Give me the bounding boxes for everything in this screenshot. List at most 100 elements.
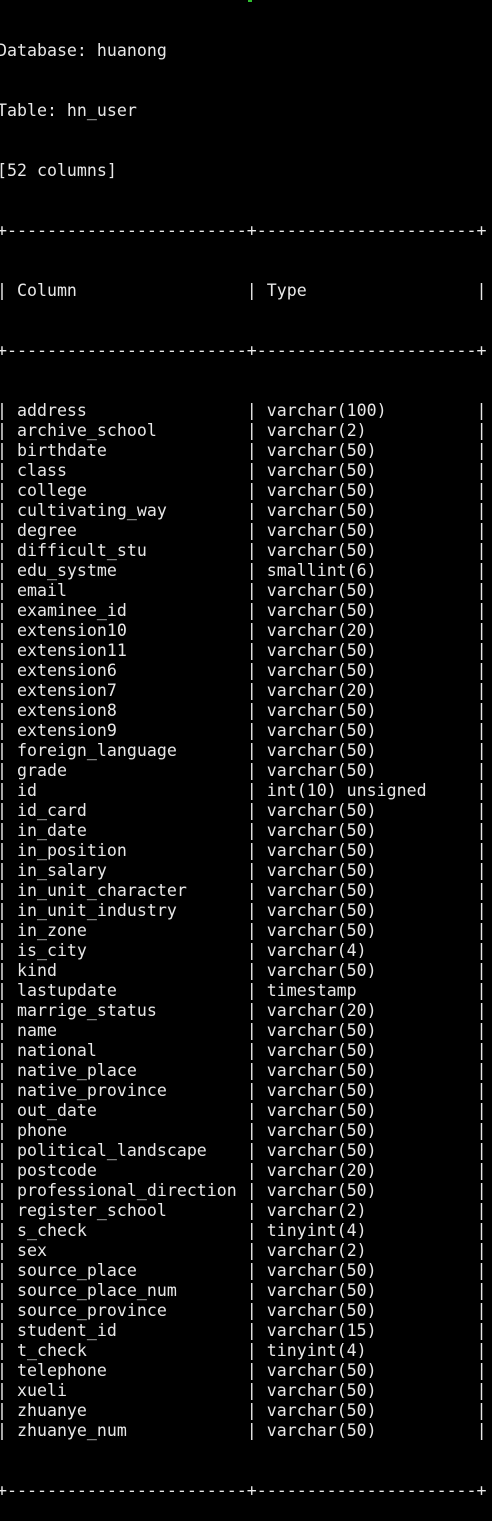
column-name-cell: out_date — [16, 1101, 97, 1120]
column-type-cell: varchar(50) — [266, 601, 377, 620]
column-type-cell: smallint(6) — [266, 561, 377, 580]
column-type-cell: varchar(2) — [266, 1241, 367, 1260]
column-name-cell: sex — [16, 1241, 47, 1260]
column-name-cell: national — [16, 1041, 97, 1060]
column-name-cell: edu_systme — [16, 561, 117, 580]
column-type-cell: varchar(50) — [266, 921, 377, 940]
column-name-cell: college — [16, 481, 87, 500]
column-type-cell: varchar(50) — [266, 841, 377, 860]
table-row: | t_check | tinyint(4) | — [0, 1341, 487, 1360]
column-name-cell: grade — [16, 761, 67, 780]
table-row: | in_unit_industry | varchar(50) | — [0, 901, 487, 920]
column-name-cell: extension8 — [16, 701, 117, 720]
column-type-cell: varchar(2) — [266, 1201, 367, 1220]
column-type-cell: varchar(50) — [266, 1061, 377, 1080]
column-type-cell: varchar(50) — [266, 861, 377, 880]
column-name-cell: class — [16, 461, 67, 480]
table-row: | xueli | varchar(50) | — [0, 1381, 487, 1400]
column-name-cell: native_place — [16, 1061, 137, 1080]
column-name-cell: marrige_status — [16, 1001, 157, 1020]
column-type-cell: timestamp — [266, 981, 357, 1000]
table-row: | out_date | varchar(50) | — [0, 1101, 487, 1120]
column-type-cell: varchar(50) — [266, 1361, 377, 1380]
column-type-cell: varchar(50) — [266, 1301, 377, 1320]
column-name-cell: postcode — [16, 1161, 97, 1180]
table-row: | source_place | varchar(50) | — [0, 1261, 487, 1280]
column-name-cell: extension11 — [16, 641, 127, 660]
column-name-cell: source_place — [16, 1261, 137, 1280]
table-row: | in_position | varchar(50) | — [0, 841, 487, 860]
table-row: | in_zone | varchar(50) | — [0, 921, 487, 940]
table-row: | class | varchar(50) | — [0, 461, 487, 480]
column-type-cell: varchar(50) — [266, 1261, 377, 1280]
column-type-cell: varchar(50) — [266, 1121, 377, 1140]
column-name-cell: native_province — [16, 1081, 167, 1100]
column-type-cell: varchar(50) — [266, 961, 377, 980]
table-row: | birthdate | varchar(50) | — [0, 441, 487, 460]
table-row: | address | varchar(100) | — [0, 401, 487, 420]
column-type-cell: varchar(50) — [266, 1101, 377, 1120]
column-type-cell: varchar(15) — [266, 1321, 377, 1340]
column-type-cell: varchar(50) — [266, 481, 377, 500]
table-row: | sex | varchar(2) | — [0, 1241, 487, 1260]
column-type-cell: varchar(50) — [266, 1401, 377, 1420]
table-row: | native_place | varchar(50) | — [0, 1061, 487, 1080]
table-row: | marrige_status | varchar(20) | — [0, 1001, 487, 1020]
table-row: | examinee_id | varchar(50) | — [0, 601, 487, 620]
column-name-cell: in_unit_industry — [16, 901, 177, 920]
column-type-cell: varchar(50) — [266, 1081, 377, 1100]
table-row: | national | varchar(50) | — [0, 1041, 487, 1060]
column-type-cell: varchar(50) — [266, 881, 377, 900]
column-type-cell: varchar(50) — [266, 701, 377, 720]
column-name-cell: extension10 — [16, 621, 127, 640]
column-type-cell: varchar(50) — [266, 541, 377, 560]
column-type-cell: varchar(20) — [266, 1161, 377, 1180]
table-row: | is_city | varchar(4) | — [0, 941, 487, 960]
column-type-cell: varchar(50) — [266, 901, 377, 920]
table-line: Table: hn_user — [0, 101, 137, 120]
column-type-cell: varchar(50) — [266, 801, 377, 820]
table-border-header: +------------------------+--------------… — [0, 341, 487, 360]
column-type-cell: varchar(50) — [266, 581, 377, 600]
column-type-cell: varchar(50) — [266, 821, 377, 840]
column-name-cell: examinee_id — [16, 601, 127, 620]
table-row: | archive_school | varchar(2) | — [0, 421, 487, 440]
column-name-cell: id_card — [16, 801, 87, 820]
column-name-cell: is_city — [16, 941, 87, 960]
column-name-cell: in_date — [16, 821, 87, 840]
column-name-cell: difficult_stu — [16, 541, 147, 560]
column-name-cell: student_id — [16, 1321, 117, 1340]
database-line: Database: huanong — [0, 41, 167, 60]
column-type-cell: varchar(20) — [266, 681, 377, 700]
column-type-cell: varchar(100) — [266, 401, 387, 420]
column-name-cell: archive_school — [16, 421, 157, 440]
column-type-cell: varchar(50) — [266, 721, 377, 740]
column-type-cell: varchar(50) — [266, 661, 377, 680]
table-row: | id | int(10) unsigned | — [0, 781, 487, 800]
column-type-cell: varchar(50) — [266, 1181, 377, 1200]
column-type-cell: tinyint(4) — [266, 1341, 367, 1360]
table-row: | extension9 | varchar(50) | — [0, 721, 487, 740]
column-name-cell: t_check — [16, 1341, 87, 1360]
column-type-cell: varchar(50) — [266, 641, 377, 660]
table-border-top: +------------------------+--------------… — [0, 221, 487, 240]
column-type-cell: varchar(4) — [266, 941, 367, 960]
table-row: | source_place_num | varchar(50) | — [0, 1281, 487, 1300]
column-count-line: [52 columns] — [0, 161, 117, 180]
column-name-cell: xueli — [16, 1381, 67, 1400]
table-row: | postcode | varchar(20) | — [0, 1161, 487, 1180]
table-row: | student_id | varchar(15) | — [0, 1321, 487, 1340]
table-row: | name | varchar(50) | — [0, 1021, 487, 1040]
table-row: | email | varchar(50) | — [0, 581, 487, 600]
column-name-cell: telephone — [16, 1361, 107, 1380]
column-type-cell: varchar(50) — [266, 501, 377, 520]
table-body: | address | varchar(100) | | archive_scho… — [0, 401, 487, 1441]
column-name-cell: degree — [16, 521, 77, 540]
table-row: | in_unit_character | varchar(50) | — [0, 881, 487, 900]
column-type-cell: tinyint(4) — [266, 1221, 367, 1240]
table-row: | extension11 | varchar(50) | — [0, 641, 487, 660]
table-row: | native_province | varchar(50) | — [0, 1081, 487, 1100]
column-name-cell: cultivating_way — [16, 501, 167, 520]
table-header-row: | Column | Type | — [0, 281, 487, 300]
table-row: | degree | varchar(50) | — [0, 521, 487, 540]
